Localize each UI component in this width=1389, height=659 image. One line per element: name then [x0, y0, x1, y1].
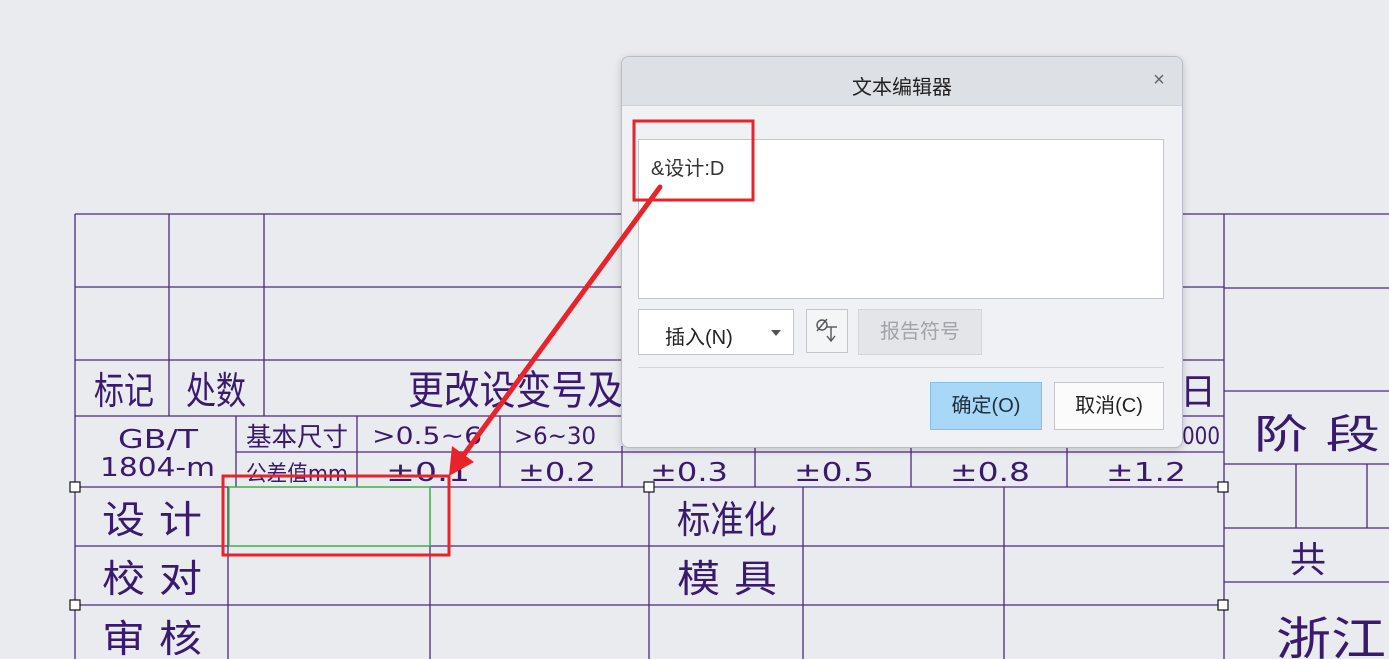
design-label: 设 计 [102, 498, 202, 542]
cancel-button[interactable]: 取消(C) [1054, 382, 1164, 430]
date-header-partial: 日 [1180, 372, 1216, 413]
editor-text: &设计:D [651, 158, 725, 180]
close-icon[interactable]: × [1148, 69, 1170, 91]
range-cell-2: >6~30 [514, 422, 596, 450]
text-editor-area[interactable]: &设计:D [638, 139, 1164, 299]
tolerance-cell-3: ±0.3 [650, 458, 728, 488]
dialog-title: 文本编辑器 [852, 77, 952, 99]
ok-button[interactable]: 确定(O) [930, 382, 1042, 430]
range-cell-last: 000 [1182, 422, 1220, 450]
tolerance-cell-6: ±1.2 [1106, 458, 1186, 488]
mark-header: 标记 [94, 369, 154, 413]
stage-label: 阶 段 [1254, 412, 1380, 458]
range-cell-1: >0.5~6 [372, 422, 482, 450]
review-label: 审 核 [102, 617, 202, 659]
tolerance-value-label: 公差值mm [246, 462, 348, 487]
standardize-label: 标准化 [677, 498, 777, 542]
dimension-symbol-button[interactable] [806, 309, 848, 353]
insert-dropdown-label: 插入(N) [665, 327, 733, 349]
selected-cell-outline[interactable] [228, 486, 431, 547]
tolerance-cell-5: ±0.8 [950, 458, 1030, 488]
dialog-separator [638, 367, 1164, 368]
count-header: 处数 [186, 369, 246, 413]
tolerance-cell-1: ±0.1 [386, 458, 470, 488]
mold-label: 模 具 [677, 557, 777, 601]
chevron-down-icon [771, 330, 781, 336]
text-editor-dialog: 文本编辑器 × &设计:D 插入(N) 报告符号 确定(O) 取消(C) [621, 56, 1183, 448]
dialog-titlebar[interactable]: 文本编辑器 × [622, 57, 1182, 106]
company-name-partial: 浙江 [1276, 612, 1386, 659]
standard-label-line2: 1804-m [100, 453, 215, 483]
change-header: 更改设变号及 [408, 368, 623, 414]
dimension-symbol-icon [816, 318, 837, 343]
check-label: 校 对 [102, 557, 202, 601]
total-label: 共 [1290, 540, 1326, 581]
basic-size-label: 基本尺寸 [246, 423, 348, 453]
tolerance-cell-2: ±0.2 [518, 458, 596, 488]
insert-dropdown[interactable]: 插入(N) [638, 309, 794, 355]
tolerance-cell-4: ±0.5 [794, 458, 874, 488]
standard-label-line1: GB/T [118, 425, 198, 455]
report-symbol-button[interactable]: 报告符号 [858, 309, 982, 355]
